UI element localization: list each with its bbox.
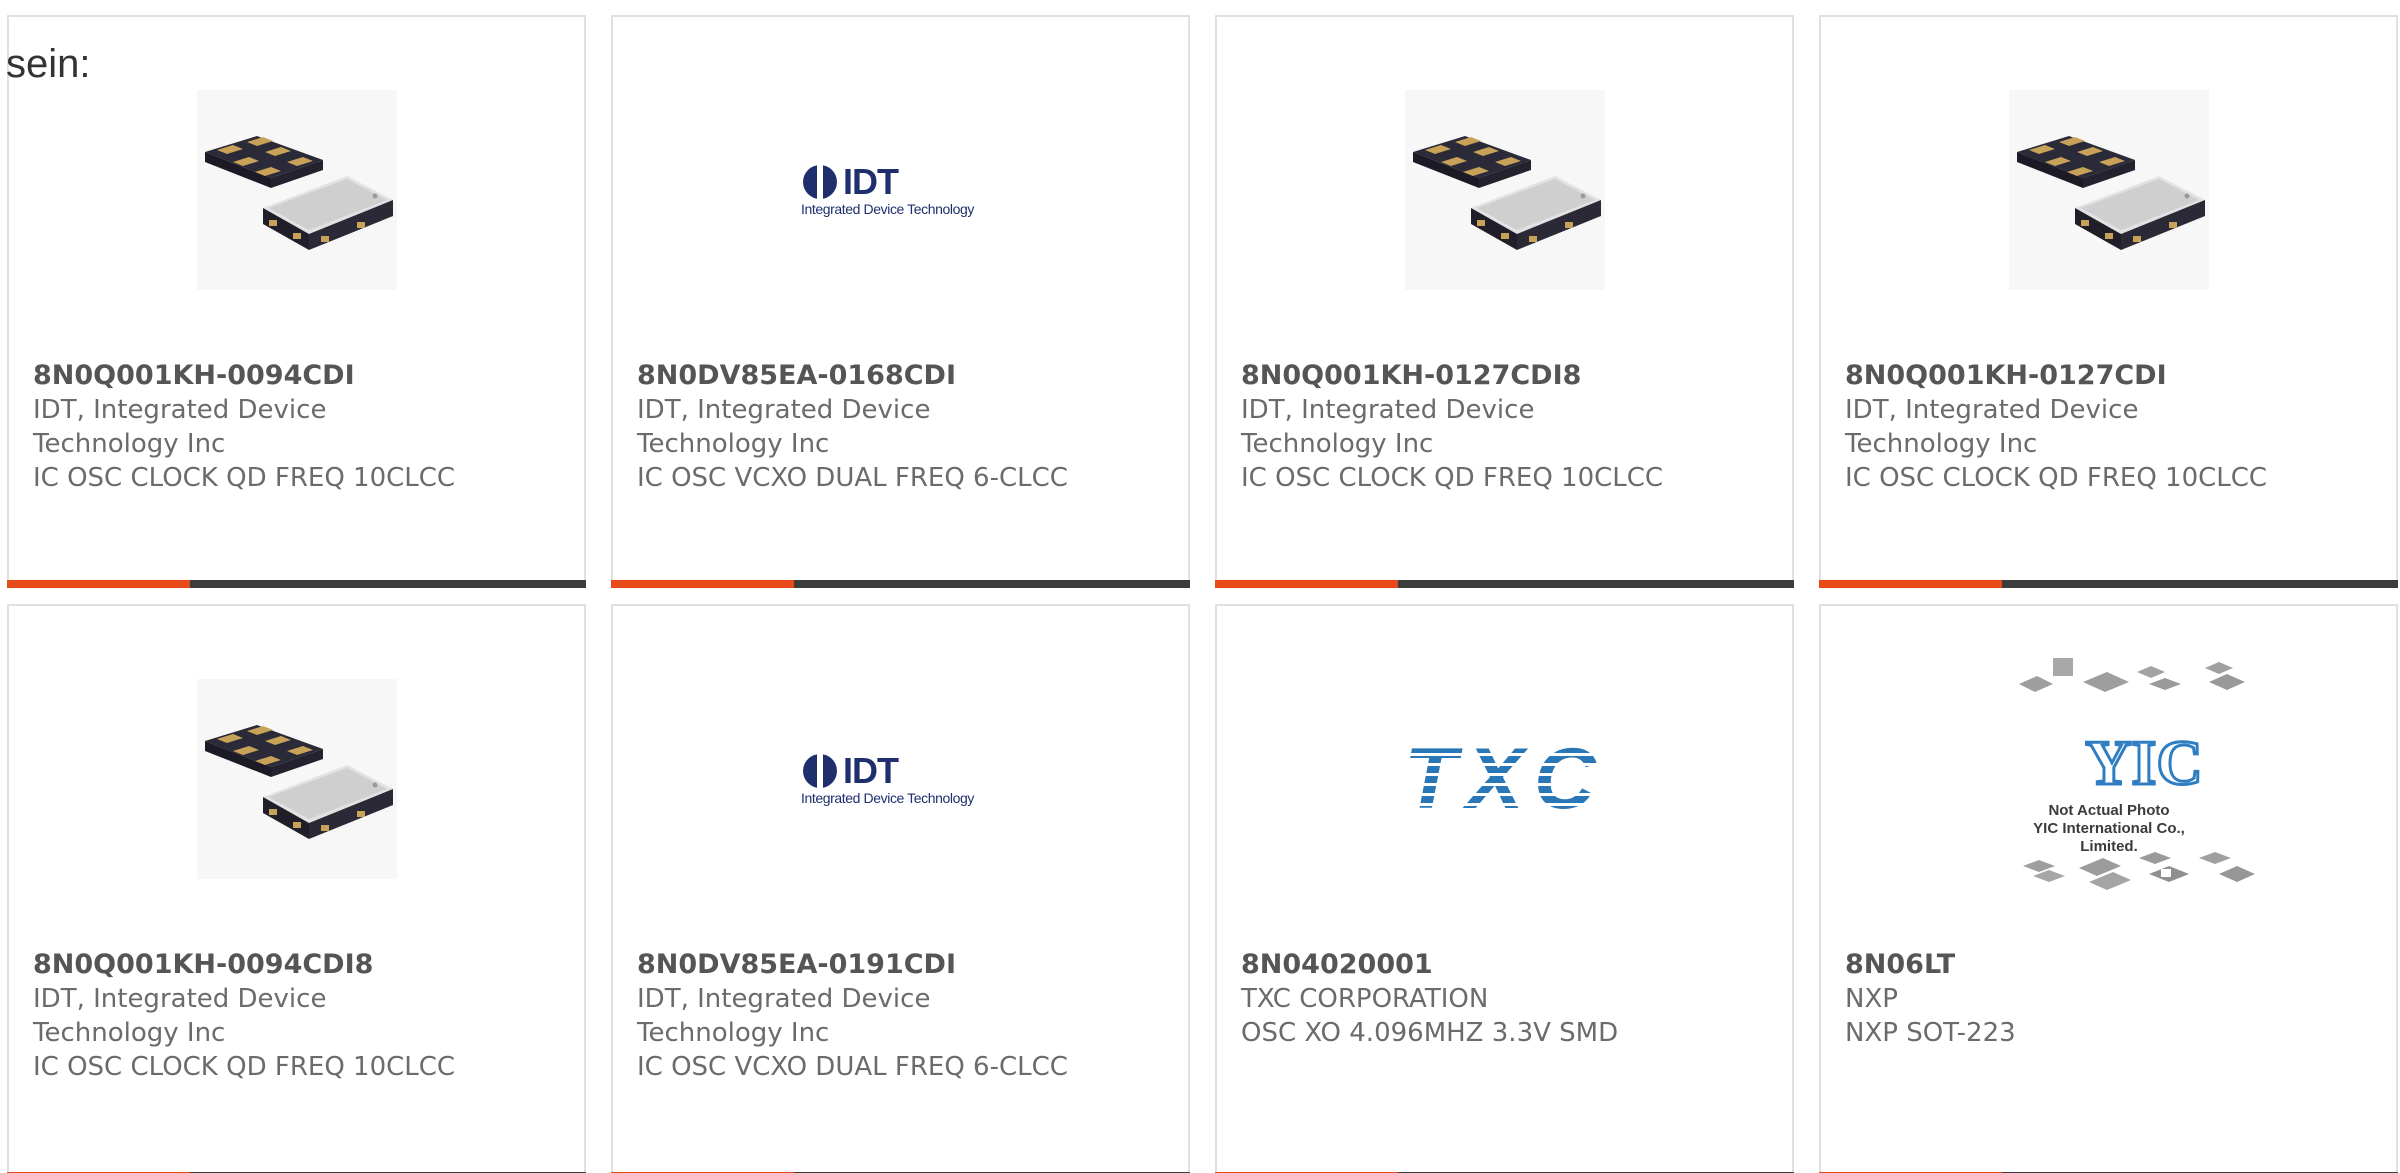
oscillator-package-photo	[197, 90, 397, 290]
product-info: 8N0DV85EA-0191CDI IDT, Integrated Device…	[637, 948, 1167, 1084]
product-description: IC OSC CLOCK QD FREQ 10CLCC	[1845, 463, 2268, 493]
product-card[interactable]: IDT Integrated Device Technology 8N0DV85…	[611, 604, 1190, 1173]
placeholder-caption: Not Actual Photo YIC International Co., …	[2009, 802, 2209, 856]
product-grid: 8N0Q001KH-0094CDI IDT, Integrated Device…	[7, 15, 2400, 1173]
oscillator-package-photo	[2009, 90, 2209, 290]
product-grid-page: sein: 8N0Q001KH-0094CDI IDT, Integrated …	[0, 0, 2400, 1173]
product-image	[1405, 90, 1605, 290]
manufacturer-line1: IDT, Integrated Device	[637, 984, 931, 1014]
product-description: IC OSC VCXO DUAL FREQ 6-CLCC	[637, 463, 1068, 493]
manufacturer-line1: NXP	[1845, 984, 1898, 1014]
placeholder-caption-line2: YIC International Co., Limited.	[2033, 820, 2185, 855]
manufacturer-line1: IDT, Integrated Device	[1845, 395, 2139, 425]
product-description: IC OSC VCXO DUAL FREQ 6-CLCC	[637, 1052, 1068, 1082]
product-description: IC OSC CLOCK QD FREQ 10CLCC	[33, 1052, 456, 1082]
part-number: 8N0Q001KH-0127CDI8	[1241, 360, 1582, 391]
card-footer-bar	[7, 580, 586, 588]
manufacturer-line2: Technology Inc	[637, 429, 830, 459]
product-card[interactable]: 8N0Q001KH-0094CDI IDT, Integrated Device…	[7, 15, 586, 588]
oscillator-package-photo	[1405, 90, 1605, 290]
idt-logo: IDT Integrated Device Technology	[801, 750, 1001, 807]
product-card[interactable]: YIC Not Actual Photo YIC International C…	[1819, 604, 2398, 1173]
product-info: 8N0Q001KH-0127CDI8 IDT, Integrated Devic…	[1241, 359, 1771, 495]
product-card[interactable]: 8N0Q001KH-0094CDI8 IDT, Integrated Devic…	[7, 604, 586, 1173]
product-image	[197, 679, 397, 879]
part-number: 8N0DV85EA-0191CDI	[637, 949, 957, 980]
manufacturer-line2: Technology Inc	[33, 1018, 226, 1048]
manufacturer-line1: IDT, Integrated Device	[1241, 395, 1535, 425]
product-description: OSC XO 4.096MHZ 3.3V SMD	[1241, 1018, 1619, 1048]
product-info: 8N0Q001KH-0127CDI IDT, Integrated Device…	[1845, 359, 2375, 495]
product-info: 8N04020001 TXC CORPORATION OSC XO 4.096M…	[1241, 948, 1771, 1050]
product-image: IDT Integrated Device Technology	[801, 90, 1001, 290]
product-description: NXP SOT-223	[1845, 1018, 2016, 1048]
product-image	[2009, 90, 2209, 290]
product-card[interactable]: IDT Integrated Device Technology 8N0DV85…	[611, 15, 1190, 588]
card-footer-bar	[611, 580, 1190, 588]
product-card[interactable]: 8N0Q001KH-0127CDI IDT, Integrated Device…	[1819, 15, 2398, 588]
intro-text: sein:	[6, 42, 91, 86]
component-sketch-icon: YIC	[2019, 658, 2255, 890]
idt-mark-icon	[803, 165, 837, 199]
yic-placeholder-image: YIC Not Actual Photo YIC International C…	[2009, 654, 2255, 904]
product-card[interactable]: 8N0Q001KH-0127CDI8 IDT, Integrated Devic…	[1215, 15, 1794, 588]
product-image: YIC Not Actual Photo YIC International C…	[2009, 658, 2255, 890]
manufacturer-line1: IDT, Integrated Device	[33, 984, 327, 1014]
idt-logo: IDT Integrated Device Technology	[801, 161, 1001, 218]
product-info: 8N0DV85EA-0168CDI IDT, Integrated Device…	[637, 359, 1167, 495]
part-number: 8N0Q001KH-0127CDI	[1845, 360, 2167, 391]
card-footer-bar	[1215, 580, 1794, 588]
idt-tagline: Integrated Device Technology	[801, 201, 974, 217]
product-info: 8N0Q001KH-0094CDI IDT, Integrated Device…	[33, 359, 563, 495]
product-info: 8N06LT NXP NXP SOT-223	[1845, 948, 2375, 1050]
product-image: IDT Integrated Device Technology	[801, 679, 1001, 879]
manufacturer-line1: TXC CORPORATION	[1241, 984, 1489, 1014]
svg-text:YIC: YIC	[2085, 727, 2202, 798]
product-info: 8N0Q001KH-0094CDI8 IDT, Integrated Devic…	[33, 948, 563, 1084]
card-footer-bar	[1819, 580, 2398, 588]
card-footer-accent	[7, 580, 190, 588]
manufacturer-line1: IDT, Integrated Device	[637, 395, 931, 425]
product-card[interactable]: TXC 8N04020001 TXC CORPORATION OSC XO 4.…	[1215, 604, 1794, 1173]
product-description: IC OSC CLOCK QD FREQ 10CLCC	[1241, 463, 1664, 493]
txc-logo: TXC	[1404, 731, 1606, 827]
idt-tagline: Integrated Device Technology	[801, 790, 974, 806]
card-footer-accent	[1819, 580, 2002, 588]
placeholder-caption-line1: Not Actual Photo	[2048, 802, 2170, 819]
product-image: TXC	[1404, 679, 1606, 879]
idt-wordmark: IDT	[843, 750, 899, 791]
part-number: 8N06LT	[1845, 949, 1956, 980]
card-footer-accent	[611, 580, 794, 588]
manufacturer-line2: Technology Inc	[1241, 429, 1434, 459]
part-number: 8N0DV85EA-0168CDI	[637, 360, 957, 391]
manufacturer-line2: Technology Inc	[637, 1018, 830, 1048]
oscillator-package-photo	[197, 679, 397, 879]
manufacturer-line2: Technology Inc	[1845, 429, 2038, 459]
idt-mark-icon	[803, 754, 837, 788]
product-description: IC OSC CLOCK QD FREQ 10CLCC	[33, 463, 456, 493]
part-number: 8N0Q001KH-0094CDI	[33, 360, 355, 391]
product-image	[197, 90, 397, 290]
idt-wordmark: IDT	[843, 161, 899, 202]
manufacturer-line2: Technology Inc	[33, 429, 226, 459]
card-footer-accent	[1215, 580, 1398, 588]
part-number: 8N0Q001KH-0094CDI8	[33, 949, 374, 980]
part-number: 8N04020001	[1241, 949, 1433, 980]
manufacturer-line1: IDT, Integrated Device	[33, 395, 327, 425]
